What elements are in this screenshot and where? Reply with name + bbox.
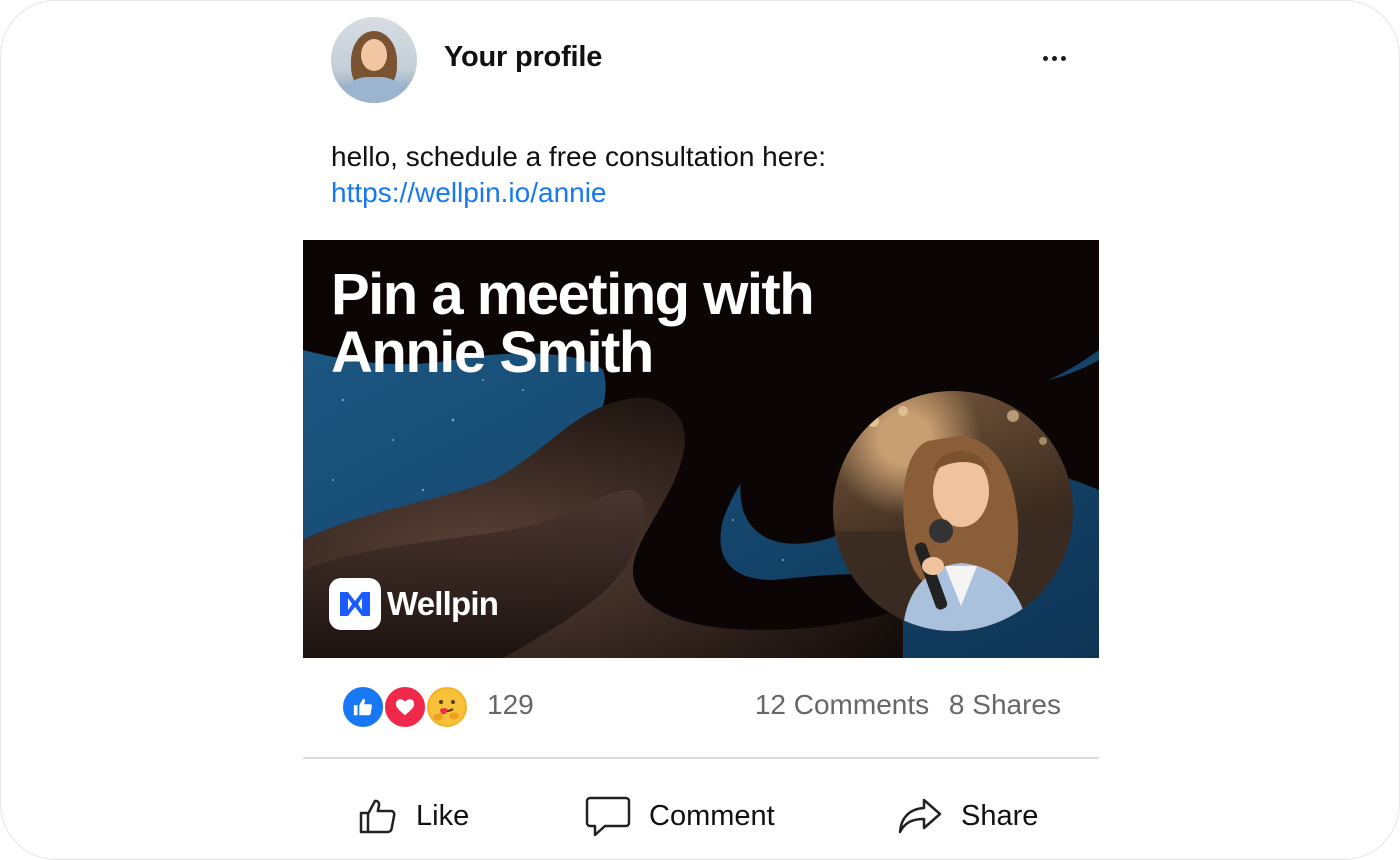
comments-count[interactable]: 12 Comments — [755, 689, 929, 720]
wellpin-logo-icon — [329, 578, 381, 630]
comment-label: Comment — [649, 799, 775, 832]
post-card: Your profile hello, schedule a free cons… — [0, 0, 1400, 860]
more-horizontal-icon — [1060, 55, 1066, 61]
post-actions: Like Comment Share — [303, 781, 1099, 851]
share-label: Share — [961, 799, 1039, 832]
shares-count[interactable]: 8 Shares — [949, 689, 1061, 720]
post-link[interactable]: https://wellpin.io/annie — [331, 175, 1091, 211]
wellpin-logo-text: Wellpin — [387, 585, 499, 622]
banner-title-line-1: Pin a meeting with — [331, 262, 815, 327]
stats-divider — [303, 757, 1099, 759]
more-options-button[interactable] — [1037, 43, 1071, 73]
comments-shares-summary: 12 Comments 8 Shares — [755, 689, 1061, 721]
reaction-count[interactable]: 129 — [487, 689, 534, 721]
more-horizontal-icon — [1051, 55, 1057, 61]
share-arrow-icon — [898, 798, 942, 834]
wellpin-logo: Wellpin — [329, 577, 499, 631]
link-preview-image[interactable]: Pin a meeting with Annie Smith Wellpin — [303, 240, 1099, 658]
post-text: hello, schedule a free consultation here… — [331, 139, 1091, 211]
post-stats: 129 12 Comments 8 Shares — [341, 685, 1061, 731]
banner-title: Pin a meeting with Annie Smith — [331, 262, 815, 385]
profile-avatar[interactable] — [331, 17, 417, 103]
more-horizontal-icon — [1042, 55, 1048, 61]
banner-title-line-2: Annie Smith — [331, 320, 654, 385]
like-button[interactable]: Like — [358, 781, 469, 851]
speaker-photo — [833, 391, 1073, 631]
like-label: Like — [416, 799, 470, 832]
like-reaction-icon — [341, 685, 385, 729]
thumbs-up-icon — [359, 799, 396, 834]
love-reaction-icon — [383, 685, 427, 729]
avatar-body — [345, 77, 403, 103]
speaker-illustration — [833, 406, 1073, 631]
profile-name[interactable]: Your profile — [444, 41, 602, 74]
post-header: Your profile — [331, 17, 1071, 103]
post-message: hello, schedule a free consultation here… — [331, 141, 826, 172]
care-reaction-icon — [425, 685, 469, 729]
comment-button[interactable]: Comment — [585, 781, 775, 851]
comment-bubble-icon — [585, 796, 631, 837]
share-button[interactable]: Share — [897, 781, 1038, 851]
avatar-face — [361, 39, 387, 71]
reactions-summary[interactable] — [341, 685, 471, 729]
